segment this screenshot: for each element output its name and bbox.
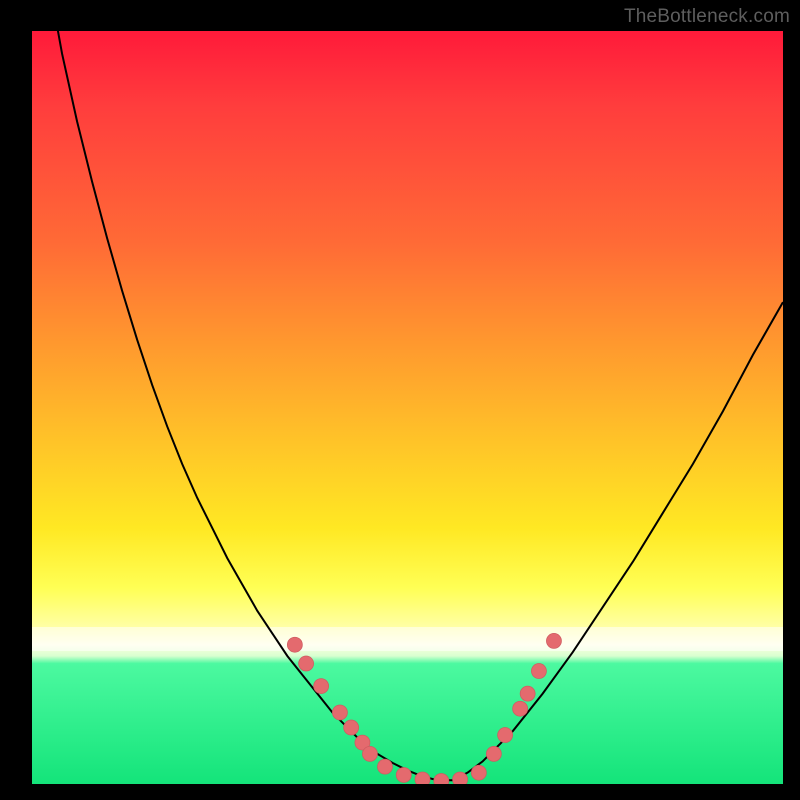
marker-bottom-3 <box>434 773 449 784</box>
chart-frame: TheBottleneck.com <box>0 0 800 800</box>
marker-right-4 <box>531 664 546 679</box>
chart-svg <box>32 31 783 784</box>
marker-right-0 <box>486 746 501 761</box>
marker-bottom-2 <box>415 772 430 784</box>
plot-area <box>32 31 783 784</box>
marker-bottom-0 <box>377 759 392 774</box>
marker-right-1 <box>498 728 513 743</box>
marker-bottom-4 <box>453 772 468 784</box>
marker-right-3 <box>520 686 535 701</box>
attribution-text: TheBottleneck.com <box>624 6 790 28</box>
marker-left-4 <box>344 720 359 735</box>
marker-left-3 <box>332 705 347 720</box>
bottleneck-curve <box>32 31 783 780</box>
marker-left-1 <box>299 656 314 671</box>
marker-left-0 <box>287 637 302 652</box>
marker-left-2 <box>314 679 329 694</box>
marker-right-5 <box>546 633 561 648</box>
marker-left-6 <box>362 746 377 761</box>
marker-right-2 <box>513 701 528 716</box>
marker-bottom-1 <box>396 767 411 782</box>
marker-bottom-5 <box>471 765 486 780</box>
